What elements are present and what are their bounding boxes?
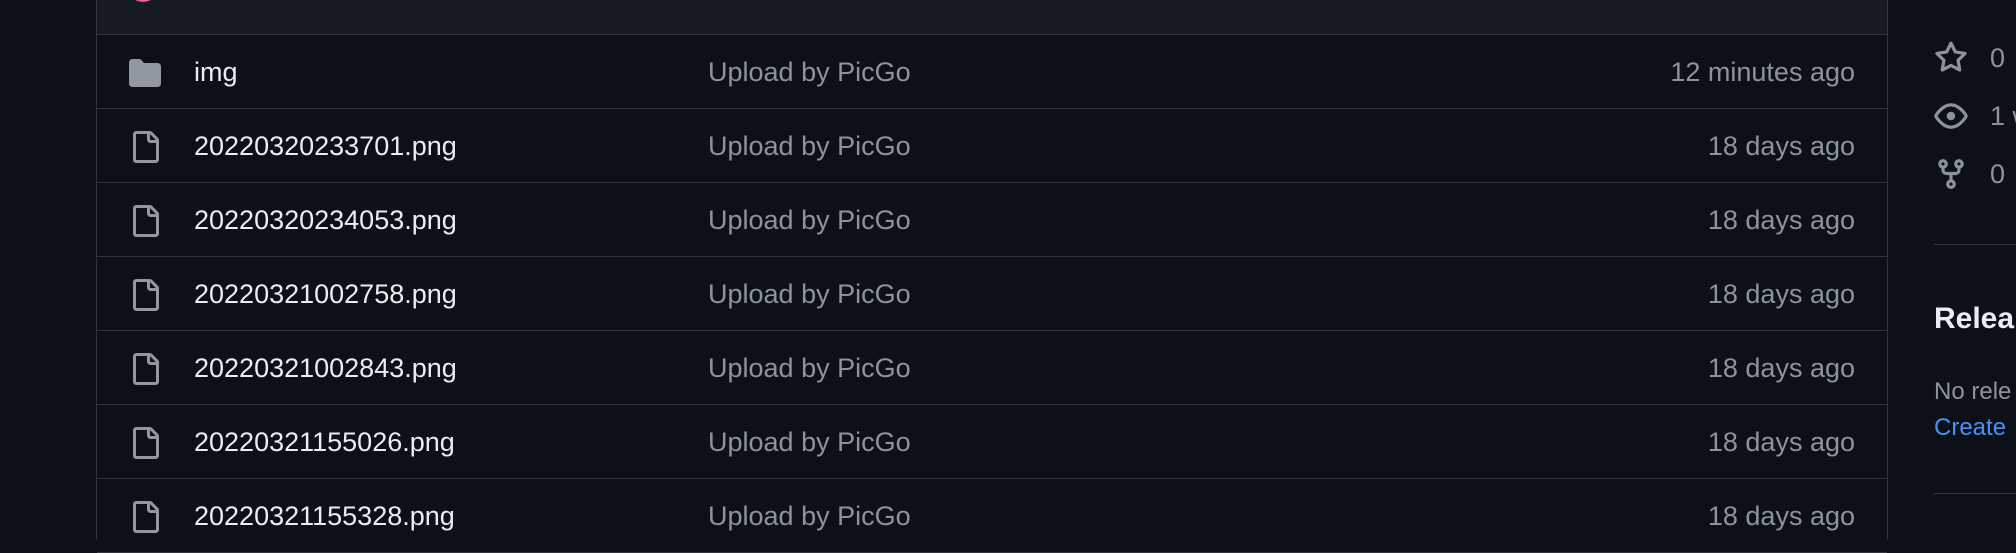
commit-age: 18 days ago [1707,501,1855,531]
commit-message[interactable]: Upload by PicGo [708,131,911,162]
list-item[interactable]: 20220321002758.png Upload by PicGo 18 da… [97,257,1887,331]
commit-age: 18 days ago [1707,353,1855,383]
commit-message[interactable]: Upload by PicGo [708,57,911,88]
create-release-link[interactable]: Create [1934,414,2006,442]
commit-message[interactable]: Upload by PicGo [708,353,911,384]
eye-icon [1934,103,1968,129]
file-name[interactable]: 20220321002758.png [194,279,457,310]
file-name[interactable]: 20220320233701.png [194,131,457,162]
commit-age: 12 minutes ago [1670,57,1855,87]
latest-commit-header [97,0,1887,35]
folder-icon [129,59,161,87]
commit-message[interactable]: Upload by PicGo [708,501,911,532]
forks-count: 0 [1990,159,2006,189]
stars-count: 0 [1990,43,2006,73]
commit-age: 18 days ago [1707,279,1855,309]
file-name[interactable]: 20220321155026.png [194,427,455,458]
commit-age: 18 days ago [1707,205,1855,235]
no-releases-text: No rele [1934,378,2012,405]
commit-message[interactable]: Upload by PicGo [708,205,911,236]
fork-icon [1938,159,1964,189]
file-icon [133,501,159,533]
list-item[interactable]: 20220321155328.png Upload by PicGo 18 da… [97,479,1887,553]
list-item[interactable]: 20220320234053.png Upload by PicGo 18 da… [97,183,1887,257]
commit-age: 18 days ago [1707,427,1855,457]
star-icon [1935,41,1967,72]
file-icon [133,205,159,237]
file-icon [133,353,159,385]
file-list: img Upload by PicGo 12 minutes ago 20220… [96,0,1888,553]
file-icon [133,427,159,459]
divider [1934,244,2016,245]
repo-sidebar: 0 1 w 0 Relea No rele Create [1934,0,2016,526]
divider [1934,493,2016,494]
file-name[interactable]: img [194,57,238,88]
avatar[interactable] [127,0,159,2]
commit-message[interactable]: Upload by PicGo [708,427,911,458]
commit-age: 18 days ago [1707,131,1855,161]
file-name[interactable]: 20220320234053.png [194,205,457,236]
list-item[interactable]: 20220321002843.png Upload by PicGo 18 da… [97,331,1887,405]
releases-heading[interactable]: Relea [1934,302,2014,336]
commit-message[interactable]: Upload by PicGo [708,279,911,310]
file-icon [133,131,159,163]
file-icon [133,279,159,311]
list-item[interactable]: 20220320233701.png Upload by PicGo 18 da… [97,109,1887,183]
file-name[interactable]: 20220321002843.png [194,353,457,384]
watchers-count: 1 w [1990,101,2016,131]
list-item[interactable]: img Upload by PicGo 12 minutes ago [97,35,1887,109]
list-item[interactable]: 20220321155026.png Upload by PicGo 18 da… [97,405,1887,479]
file-name[interactable]: 20220321155328.png [194,501,455,532]
